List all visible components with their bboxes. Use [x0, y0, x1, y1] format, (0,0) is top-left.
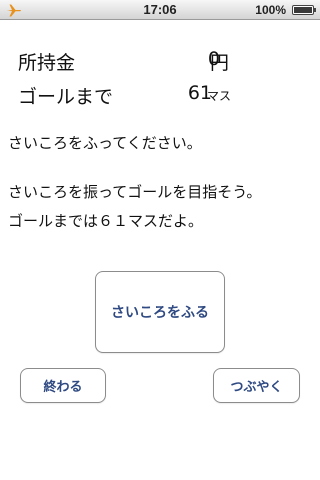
tweet-button[interactable]: つぶやく: [213, 368, 300, 403]
goal-unit: マス: [207, 89, 232, 103]
money-label: 所持金: [18, 52, 76, 74]
message-line-2: さいころを振ってゴールを目指そう。: [8, 183, 262, 201]
money-unit: 円: [210, 52, 230, 74]
roll-dice-button[interactable]: さいころをふる: [95, 271, 225, 353]
goal-value: 61: [187, 82, 212, 104]
battery-fill: [294, 7, 312, 13]
message-line-1: さいころをふってください。: [8, 134, 202, 152]
goal-distance-row: ゴールまで 61 マス: [18, 82, 308, 108]
battery-icon: [292, 5, 316, 15]
status-bar: 17:06 100%: [0, 0, 320, 20]
battery-percentage: 100%: [255, 3, 286, 17]
quit-button[interactable]: 終わる: [20, 368, 106, 403]
money-row: 所持金 0 円: [18, 48, 308, 74]
goal-label: ゴールまで: [18, 86, 114, 108]
message-line-3: ゴールまでは６１マスだよ。: [8, 212, 204, 230]
